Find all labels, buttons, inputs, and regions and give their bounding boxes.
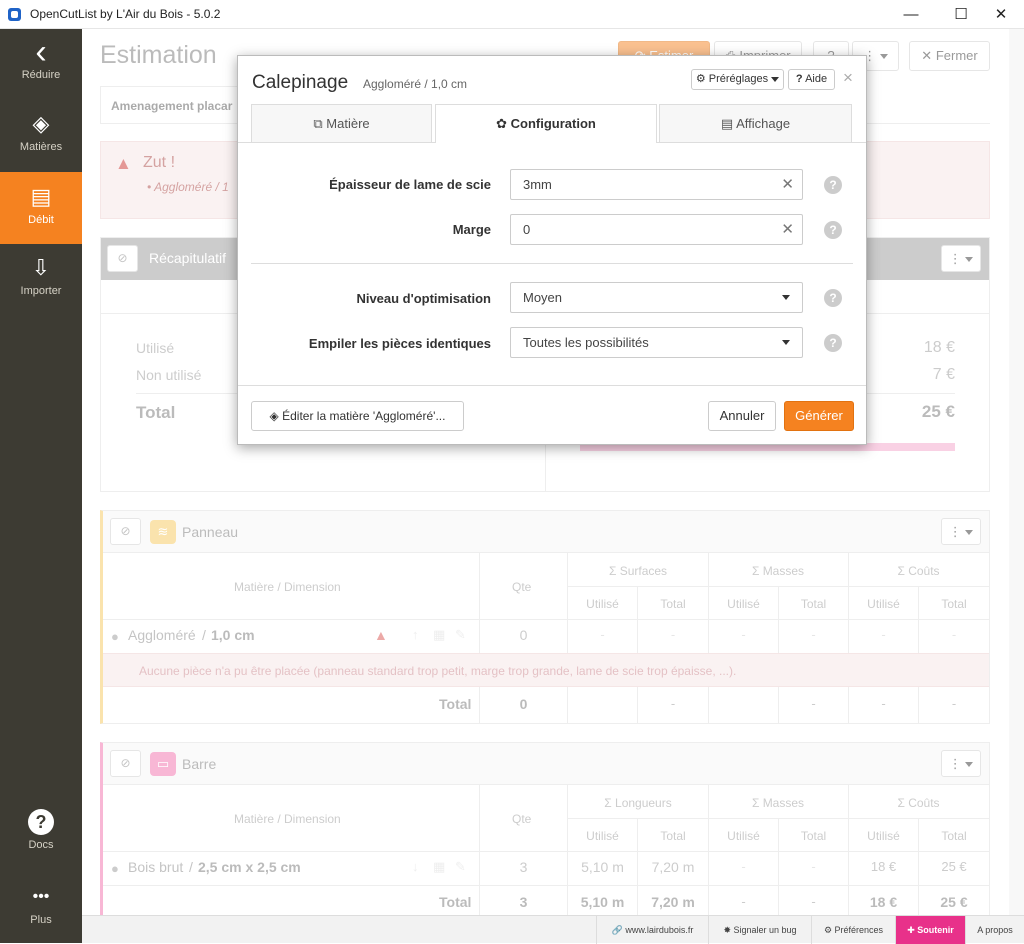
- presets-label: Préréglages: [708, 73, 769, 85]
- footer-divider: [238, 385, 866, 386]
- edit-material-button[interactable]: ◈ Éditer la matière 'Aggloméré'...: [251, 401, 464, 431]
- edit-material-label: Éditer la matière 'Aggloméré'...: [282, 409, 446, 423]
- caret-icon: [782, 295, 790, 300]
- sidebar-item-label: Débit: [28, 214, 54, 226]
- sidebar-item-label: Réduire: [21, 69, 61, 81]
- caret-icon: [771, 76, 780, 82]
- stacking-label: Empiler les pièces identiques: [308, 336, 491, 351]
- active-tab-gap: [436, 141, 656, 143]
- optimization-select[interactable]: Moyen: [510, 282, 803, 313]
- generate-button[interactable]: Générer: [784, 401, 854, 431]
- help-icon[interactable]: ?: [824, 334, 842, 352]
- blade-thickness-label: Épaisseur de lame de scie: [329, 177, 491, 192]
- optimization-label: Niveau d'optimisation: [356, 291, 491, 306]
- cancel-button[interactable]: Annuler: [708, 401, 776, 431]
- sidebar-item-label: Docs: [28, 839, 54, 851]
- sidebar-item-reduce[interactable]: ‹ Réduire: [0, 33, 82, 99]
- margin-input[interactable]: 0 ✕: [510, 214, 803, 245]
- cutting-layout-dialog: Calepinage Aggloméré / 1,0 cm ⚙ Prérégla…: [237, 55, 867, 445]
- app-icon: [8, 8, 21, 21]
- optimization-value: Moyen: [523, 290, 563, 305]
- support-link[interactable]: ✚ Soutenir: [895, 916, 965, 944]
- minimize-button[interactable]: —: [888, 0, 934, 29]
- tab-label: Configuration: [510, 116, 596, 131]
- layers-icon: ⧉: [313, 116, 323, 131]
- close-window-button[interactable]: ✕: [978, 0, 1024, 29]
- divider: [251, 263, 853, 264]
- dialog-title: Calepinage: [252, 72, 349, 93]
- clear-icon[interactable]: ✕: [781, 215, 794, 244]
- sidebar-item-label: Importer: [20, 285, 62, 297]
- site-link[interactable]: 🔗 www.lairdubois.fr: [596, 916, 708, 944]
- sidebar-item-cutlist[interactable]: ▤ Débit: [0, 172, 82, 244]
- dialog-close-button[interactable]: ×: [843, 68, 853, 88]
- window-title: OpenCutList by L'Air du Bois - 5.0.2: [30, 7, 221, 21]
- caret-icon: [782, 340, 790, 345]
- chevron-left-icon: ‹: [35, 33, 47, 71]
- display-icon: ▤: [720, 116, 734, 131]
- tab-label: Matière: [326, 116, 370, 131]
- sidebar: ‹ Réduire ◈ Matières ▤ Débit ⇩ Importer …: [0, 29, 82, 943]
- window-titlebar: OpenCutList by L'Air du Bois - 5.0.2 — ☐…: [0, 0, 1024, 29]
- sidebar-item-label: Plus: [30, 914, 52, 926]
- presets-button[interactable]: ⚙ Préréglages: [691, 69, 784, 90]
- dialog-subtitle: Aggloméré / 1,0 cm: [363, 77, 468, 91]
- report-bug-link[interactable]: ✸ Signaler un bug: [708, 916, 811, 944]
- blade-thickness-input[interactable]: 3mm ✕: [510, 169, 803, 200]
- sidebar-item-label: Matières: [19, 141, 63, 153]
- help-icon[interactable]: ?: [824, 176, 842, 194]
- status-bar: 🔗 www.lairdubois.fr ✸ Signaler un bug ⚙ …: [82, 915, 1024, 944]
- gear-icon: ✿: [496, 116, 508, 131]
- sidebar-item-materials[interactable]: ◈ Matières: [0, 111, 82, 171]
- tab-label: Affichage: [736, 116, 791, 131]
- support-label: Soutenir: [917, 925, 954, 935]
- site-label: www.lairdubois.fr: [625, 925, 694, 935]
- more-icon: •••: [32, 888, 50, 905]
- clear-icon[interactable]: ✕: [781, 170, 794, 199]
- stacking-value: Toutes les possibilités: [523, 335, 649, 350]
- import-icon: ⇩: [31, 255, 51, 280]
- sidebar-item-more[interactable]: ••• Plus: [0, 884, 82, 944]
- bug-label: Signaler un bug: [733, 925, 797, 935]
- sliders-icon: ⚙: [695, 73, 706, 85]
- help-icon: ?: [28, 809, 54, 835]
- help-icon[interactable]: ?: [824, 221, 842, 239]
- material-icon: ◈: [269, 409, 279, 423]
- help-icon[interactable]: ?: [824, 289, 842, 307]
- cutlist-icon: ▤: [30, 184, 52, 209]
- tab-configuration[interactable]: ✿ Configuration: [435, 104, 657, 143]
- tab-display[interactable]: ▤ Affichage: [659, 104, 852, 142]
- sidebar-item-docs[interactable]: ? Docs: [0, 809, 82, 869]
- dialog-help-button[interactable]: ? Aide: [788, 69, 835, 90]
- margin-value: 0: [523, 222, 531, 237]
- tab-material[interactable]: ⧉ Matière: [251, 104, 432, 142]
- materials-icon: ◈: [32, 111, 50, 136]
- blade-thickness-value: 3mm: [523, 177, 552, 192]
- help-icon: ?: [795, 73, 803, 85]
- preferences-link[interactable]: ⚙ Préférences: [811, 916, 895, 944]
- sidebar-item-import[interactable]: ⇩ Importer: [0, 255, 82, 315]
- help-label: Aide: [805, 73, 828, 85]
- stacking-select[interactable]: Toutes les possibilités: [510, 327, 803, 358]
- margin-label: Marge: [452, 222, 491, 237]
- prefs-label: Préférences: [834, 925, 884, 935]
- about-link[interactable]: A propos: [965, 916, 1024, 944]
